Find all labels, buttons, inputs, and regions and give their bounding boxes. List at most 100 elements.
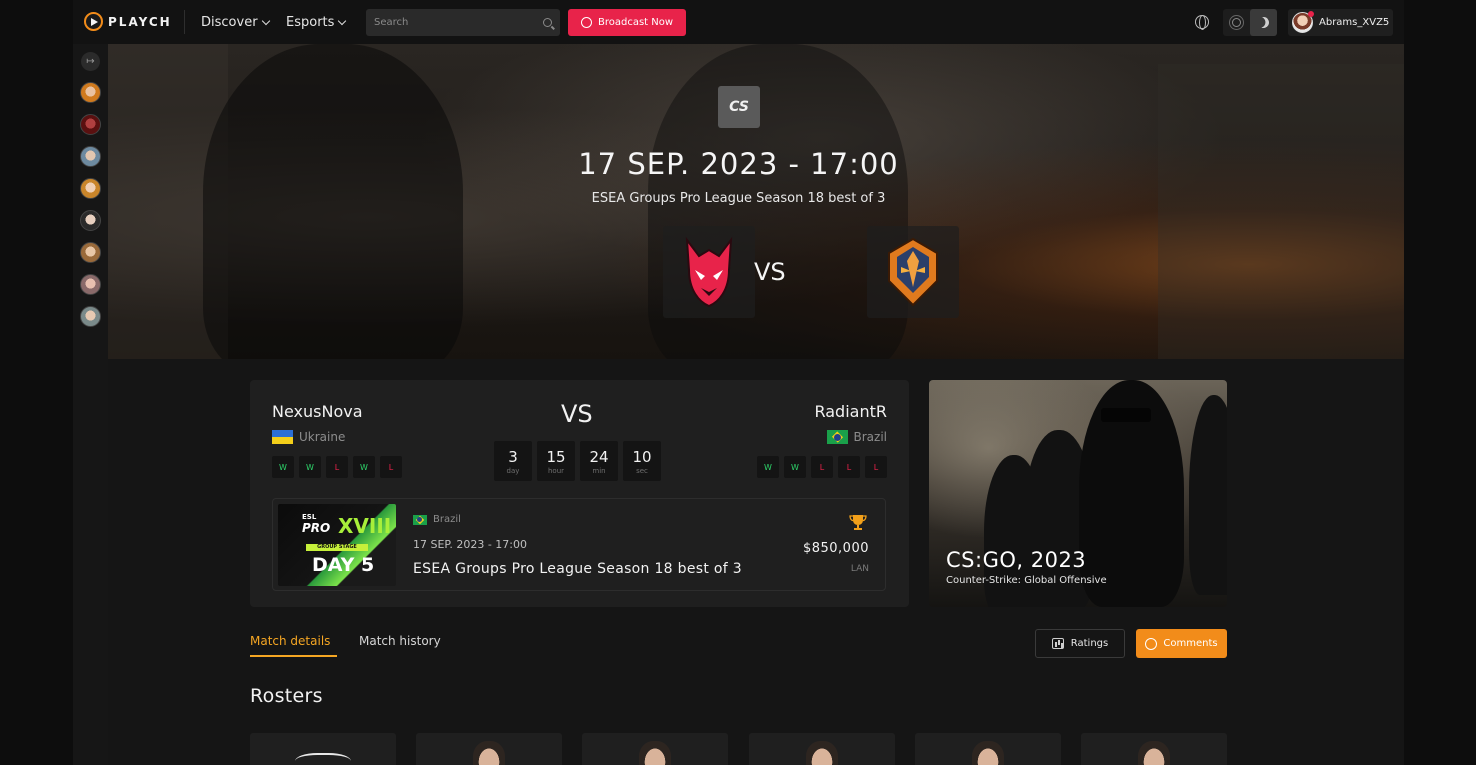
- thumb-stage: GROUP STAGE: [306, 544, 368, 551]
- bar-chart-icon: [1051, 638, 1064, 649]
- countdown-unit: min: [592, 466, 606, 475]
- friend-avatar[interactable]: [80, 274, 101, 295]
- countdown-minutes: 24 min: [580, 441, 618, 481]
- roster-player-card[interactable]: [416, 733, 562, 765]
- event-title: ESEA Groups Pro League Season 18 best of…: [413, 561, 742, 577]
- team-right-country: Brazil: [826, 430, 888, 444]
- brand-logo[interactable]: PLAYCH: [84, 12, 172, 31]
- nav-discover-label: Discover: [201, 15, 258, 30]
- team-logo-icon: [295, 753, 351, 765]
- search-box: [366, 9, 560, 36]
- chevron-down-icon: [261, 16, 270, 25]
- form-result: W: [272, 456, 294, 478]
- theme-toggle: [1223, 9, 1277, 36]
- ratings-label: Ratings: [1070, 638, 1109, 649]
- soldier-visor: [1101, 408, 1151, 422]
- brazil-flag-icon: [413, 514, 427, 525]
- prize-pool: $850,000: [802, 541, 869, 556]
- roster-player-card[interactable]: [749, 733, 895, 765]
- friend-avatar[interactable]: [80, 82, 101, 103]
- roster-player-card[interactable]: [582, 733, 728, 765]
- form-result: L: [865, 456, 887, 478]
- thumb-season: XVIII: [338, 514, 392, 538]
- match-date-time: 17 SEP. 2023 - 17:00: [578, 147, 899, 181]
- broadcast-label: Broadcast Now: [597, 17, 674, 28]
- player-photo: [473, 741, 505, 765]
- team-right-name[interactable]: RadiantR: [814, 402, 887, 421]
- comments-label: Comments: [1163, 638, 1218, 649]
- soldier-figure: [1189, 395, 1227, 595]
- game-card[interactable]: CS:GO, 2023 Counter-Strike: Global Offen…: [929, 380, 1227, 607]
- form-result: L: [838, 456, 860, 478]
- event-country: Brazil: [413, 514, 461, 525]
- background-building: [1158, 64, 1404, 359]
- broadcast-icon: [580, 17, 592, 28]
- event-thumbnail: ESL PRO XVIII GROUP STAGE DAY 5: [278, 504, 396, 586]
- event-date: 17 SEP. 2023 - 17:00: [413, 538, 527, 551]
- roster-player-card[interactable]: [915, 733, 1061, 765]
- rosters-heading: Rosters: [250, 685, 323, 707]
- comment-bubble-icon: [1145, 637, 1158, 650]
- form-result: L: [326, 456, 348, 478]
- team-right-country-label: Brazil: [853, 430, 888, 444]
- team-left-country: Ukraine: [272, 430, 345, 444]
- friend-avatar[interactable]: [80, 114, 101, 135]
- player-photo: [1138, 741, 1170, 765]
- match-countdown: 3 day 15 hour 24 min 10 sec: [494, 441, 661, 481]
- countdown-value: 3: [508, 447, 518, 466]
- event-info-row[interactable]: ESL PRO XVIII GROUP STAGE DAY 5 Brazil 1…: [272, 498, 886, 591]
- nav-discover[interactable]: Discover: [201, 15, 270, 30]
- event-country-label: Brazil: [433, 514, 461, 525]
- form-result: L: [811, 456, 833, 478]
- expand-sidebar-icon[interactable]: ↦: [81, 52, 100, 71]
- team-left-country-label: Ukraine: [299, 430, 346, 444]
- language-globe-icon[interactable]: [1195, 15, 1209, 30]
- game-title: CS:GO, 2023: [946, 548, 1087, 572]
- countdown-value: 24: [589, 447, 609, 466]
- match-hero-banner: CS 17 SEP. 2023 - 17:00 ESEA Groups Pro …: [108, 44, 1404, 359]
- friend-avatar[interactable]: [80, 306, 101, 327]
- countdown-seconds: 10 sec: [623, 441, 661, 481]
- friend-avatar[interactable]: [80, 146, 101, 167]
- trophy-icon: [849, 515, 867, 530]
- nav-divider: [184, 10, 185, 34]
- knight-logo-icon: [888, 237, 938, 307]
- username: Abrams_XVZ5: [1319, 17, 1390, 28]
- thumb-esl: ESL: [302, 513, 317, 521]
- match-event-name: ESEA Groups Pro League Season 18 best of…: [591, 191, 886, 206]
- play-logo-icon: [84, 12, 103, 31]
- broadcast-now-button[interactable]: Broadcast Now: [568, 9, 686, 36]
- team-left-logo[interactable]: [663, 226, 755, 318]
- player-photo: [806, 741, 838, 765]
- search-input[interactable]: [374, 17, 543, 28]
- thumb-day: DAY 5: [312, 554, 375, 576]
- active-tab-indicator: [250, 655, 337, 657]
- countdown-unit: sec: [636, 466, 648, 475]
- user-menu[interactable]: Abrams_XVZ5: [1288, 9, 1393, 36]
- roster-player-card[interactable]: [1081, 733, 1227, 765]
- roster-team-card[interactable]: [250, 733, 396, 765]
- dark-theme-button[interactable]: [1250, 9, 1277, 36]
- top-navbar: PLAYCH Discover Esports Broadcast Now Ab…: [73, 0, 1404, 44]
- thumb-pro: PRO: [302, 521, 331, 535]
- friend-avatar[interactable]: [80, 242, 101, 263]
- friend-avatar[interactable]: [80, 178, 101, 199]
- nav-esports[interactable]: Esports: [286, 15, 347, 30]
- event-type: LAN: [850, 564, 869, 574]
- player-photo: [972, 741, 1004, 765]
- form-result: W: [757, 456, 779, 478]
- friends-sidebar: ↦: [73, 44, 108, 765]
- countdown-unit: hour: [547, 466, 565, 475]
- team-left-name[interactable]: NexusNova: [272, 402, 363, 421]
- ratings-button[interactable]: Ratings: [1035, 629, 1125, 658]
- search-icon[interactable]: [543, 18, 552, 27]
- player-photo: [639, 741, 671, 765]
- comments-button[interactable]: Comments: [1136, 629, 1227, 658]
- tab-match-details[interactable]: Match details: [250, 634, 330, 648]
- light-theme-button[interactable]: [1223, 9, 1250, 36]
- countdown-hours: 15 hour: [537, 441, 575, 481]
- card-vs-label: VS: [561, 400, 593, 428]
- tab-match-history[interactable]: Match history: [359, 634, 441, 648]
- team-right-logo[interactable]: [867, 226, 959, 318]
- friend-avatar[interactable]: [80, 210, 101, 231]
